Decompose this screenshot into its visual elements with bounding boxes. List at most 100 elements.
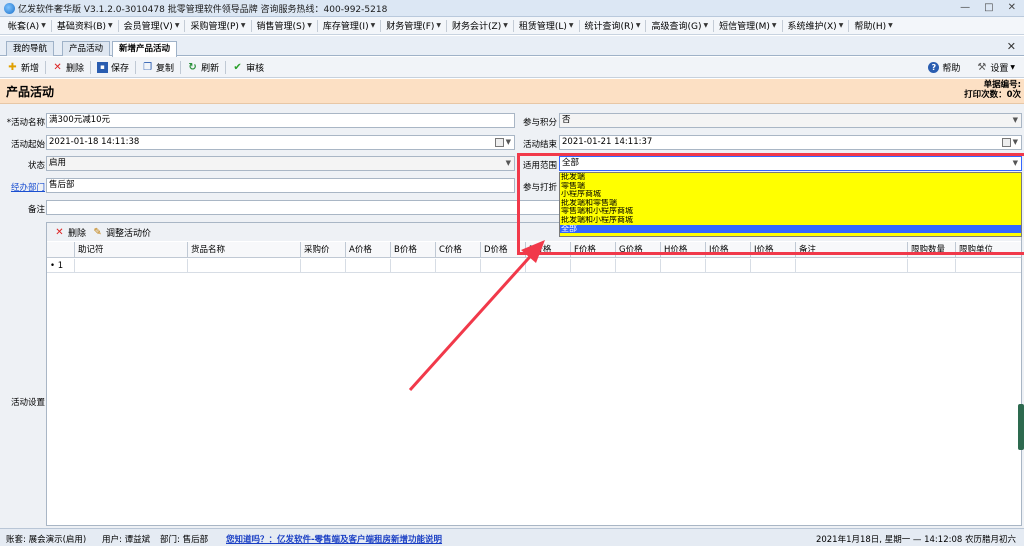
- doc-number-label: 单据编号:: [983, 80, 1021, 90]
- tab-new-product-activity[interactable]: 新增产品活动: [112, 41, 178, 57]
- column-header-price-a[interactable]: A价格: [346, 242, 391, 258]
- side-scroll-handle[interactable]: [1018, 404, 1024, 450]
- chevron-down-icon: ▼: [1012, 159, 1018, 167]
- chevron-down-icon: ▼: [1012, 138, 1018, 146]
- dept-link[interactable]: 经办部门: [0, 181, 45, 193]
- menu-purchase[interactable]: 采购管理(P) ▼: [186, 19, 249, 32]
- column-header-product-name[interactable]: 货品名称: [188, 242, 301, 258]
- table-row[interactable]: • 1: [47, 259, 1021, 273]
- maximize-button[interactable]: □: [984, 2, 993, 13]
- scope-option-mini-program[interactable]: 小程序商城: [560, 190, 1021, 199]
- cell-purchase-price[interactable]: [301, 259, 346, 273]
- cell-price-c[interactable]: [436, 259, 481, 273]
- menu-basic-data[interactable]: 基础资料(B) ▼: [53, 19, 117, 32]
- menu-system[interactable]: 系统维护(X) ▼: [784, 19, 848, 32]
- cell-price-a[interactable]: [346, 259, 391, 273]
- delete-button[interactable]: ✕ 删除: [49, 61, 87, 74]
- review-button[interactable]: ✔ 审核: [229, 61, 267, 74]
- points-select[interactable]: 否 ▼: [559, 113, 1022, 128]
- cell-price-d[interactable]: [481, 259, 526, 273]
- scope-option-wholesale-mini-program[interactable]: 批发端和小程序商城: [560, 216, 1021, 225]
- column-header-price-d[interactable]: D价格: [481, 242, 526, 258]
- panel-delete-button[interactable]: ✕ 删除: [51, 226, 89, 239]
- status-promo-link[interactable]: 您知道吗？：亿发软件-零售端及客户端租房新增功能说明: [226, 533, 442, 545]
- column-header-price-g[interactable]: G价格: [616, 242, 661, 258]
- end-time-input[interactable]: 2021-01-21 14:11:37 ▼: [559, 135, 1022, 150]
- status-select[interactable]: 启用 ▼: [46, 156, 515, 171]
- column-header-price-h[interactable]: H价格: [661, 242, 706, 258]
- chevron-down-icon: ▼: [1012, 116, 1018, 124]
- copy-icon: ❐: [143, 61, 153, 73]
- adjust-price-icon: ✎: [93, 226, 102, 238]
- menu-sales[interactable]: 销售管理(S) ▼: [253, 19, 316, 32]
- menu-statistics[interactable]: 统计查询(R) ▼: [581, 19, 645, 32]
- activity-name-input[interactable]: 满300元减10元: [46, 113, 515, 128]
- menu-lease[interactable]: 租赁管理(L) ▼: [515, 19, 578, 32]
- menu-account[interactable]: 帐套(A) ▼: [4, 19, 50, 32]
- caret-down-icon: ▼: [838, 22, 844, 29]
- column-header-price-b[interactable]: B价格: [391, 242, 436, 258]
- column-header-mnemonic[interactable]: 助记符: [75, 242, 188, 258]
- cell-limit-unit[interactable]: [956, 259, 1022, 273]
- refresh-button[interactable]: ↻ 刷新: [184, 61, 222, 74]
- status-bar: 账套: 展会演示(启用) 用户: 谭益斌 部门: 售后部 您知道吗？：亿发软件-…: [0, 528, 1024, 546]
- close-window-button[interactable]: ✕: [1008, 2, 1016, 13]
- column-header-limit-unit[interactable]: 限购单位: [956, 242, 1022, 258]
- cell-price-j[interactable]: [751, 259, 796, 273]
- tab-my-navigation[interactable]: 我的导航: [6, 41, 55, 56]
- column-header-purchase-price[interactable]: 采购价: [301, 242, 346, 258]
- column-header-price-j[interactable]: J价格: [751, 242, 796, 258]
- scope-option-retail[interactable]: 零售端: [560, 182, 1021, 191]
- menu-advanced-query[interactable]: 高级查询(G) ▼: [647, 19, 712, 32]
- status-datetime: 2021年1月18日, 星期一 — 14:12:08 农历腊月初六: [815, 535, 1016, 545]
- menu-sms[interactable]: 短信管理(M) ▼: [715, 19, 780, 32]
- menu-accounting[interactable]: 财务会计(Z) ▼: [448, 19, 512, 32]
- cell-limit-qty[interactable]: [908, 259, 956, 273]
- cell-remark[interactable]: [796, 259, 908, 273]
- caret-down-icon: ▼: [240, 22, 246, 29]
- cell-price-f[interactable]: [571, 259, 616, 273]
- caret-down-icon: ▼: [41, 22, 46, 29]
- copy-button[interactable]: ❐ 复制: [139, 61, 177, 74]
- column-header-price-e[interactable]: E价格: [526, 242, 571, 258]
- minimize-button[interactable]: —: [960, 2, 970, 13]
- column-header-limit-qty[interactable]: 限购数量: [908, 242, 956, 258]
- menu-member[interactable]: 会员管理(V) ▼: [120, 19, 184, 32]
- menu-separator: [250, 19, 252, 32]
- calendar-icon[interactable]: [495, 138, 504, 147]
- chevron-down-icon: ▼: [505, 138, 511, 146]
- cell-mnemonic[interactable]: [75, 259, 188, 273]
- cell-price-b[interactable]: [391, 259, 436, 273]
- caret-down-icon: ▼: [108, 22, 113, 29]
- column-header-price-c[interactable]: C价格: [436, 242, 481, 258]
- tab-product-activity[interactable]: 产品活动: [62, 41, 111, 56]
- new-button[interactable]: ✚ 新增: [4, 61, 42, 74]
- menu-finance[interactable]: 财务管理(F) ▼: [382, 19, 445, 32]
- scope-select[interactable]: 全部 ▼: [559, 156, 1022, 171]
- scope-option-retail-mini-program[interactable]: 零售端和小程序商城: [560, 207, 1021, 216]
- column-header-remark[interactable]: 备注: [796, 242, 908, 258]
- document-tabs: 我的导航 产品活动 新增产品活动 ✕: [0, 36, 1024, 57]
- close-tab-icon[interactable]: ✕: [1007, 40, 1016, 53]
- start-time-input[interactable]: 2021-01-18 14:11:38 ▼: [46, 135, 515, 150]
- adjust-price-button[interactable]: ✎ 调整活动价: [89, 226, 154, 239]
- cell-price-h[interactable]: [661, 259, 706, 273]
- cell-price-e[interactable]: [526, 259, 571, 273]
- column-header-price-i[interactable]: I价格: [706, 242, 751, 258]
- column-header-price-f[interactable]: F价格: [571, 242, 616, 258]
- save-button[interactable]: ▪ 保存: [94, 61, 132, 74]
- cell-price-g[interactable]: [616, 259, 661, 273]
- help-button[interactable]: ? 帮助: [925, 61, 963, 74]
- calendar-icon[interactable]: [1002, 138, 1011, 147]
- dept-input[interactable]: 售后部: [46, 178, 515, 193]
- cell-product-name[interactable]: [188, 259, 301, 273]
- chevron-down-icon: ▼: [505, 159, 511, 167]
- scope-option-wholesale[interactable]: 批发端: [560, 173, 1021, 182]
- toolbar-right: ? 帮助 ⚒ 设置 ▼: [925, 61, 1018, 74]
- scope-option-wholesale-retail[interactable]: 批发端和零售端: [560, 199, 1021, 208]
- menu-help[interactable]: 帮助(H) ▼: [850, 19, 896, 32]
- cell-price-i[interactable]: [706, 259, 751, 273]
- scope-option-all[interactable]: 全部: [560, 224, 1021, 234]
- settings-button[interactable]: ⚒ 设置 ▼: [973, 61, 1018, 74]
- menu-inventory[interactable]: 库存管理(I) ▼: [319, 19, 379, 32]
